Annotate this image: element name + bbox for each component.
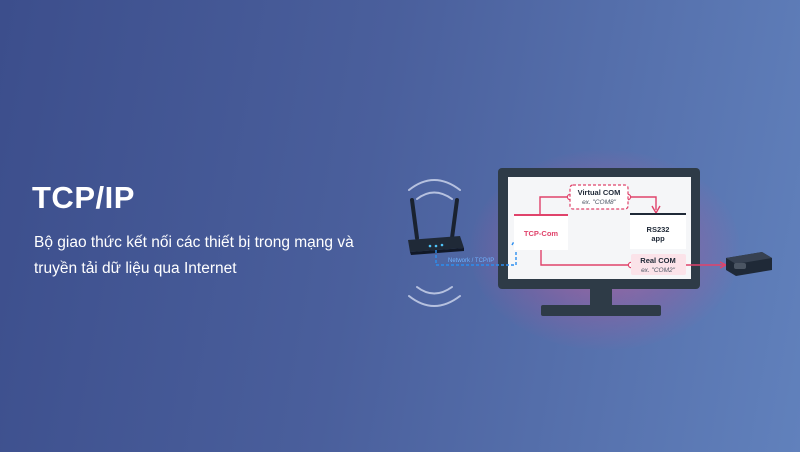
real-com-box: Real COM ex. "COM2" bbox=[631, 254, 686, 275]
router-icon bbox=[408, 198, 464, 255]
tcp-com-box: TCP-Com bbox=[514, 214, 568, 250]
rs232-app-line2: app bbox=[651, 234, 665, 243]
real-com-label: Real COM bbox=[640, 256, 675, 265]
rs232-app-box: RS232 app bbox=[630, 213, 686, 249]
virtual-com-example: ex. "COM8" bbox=[582, 199, 617, 206]
network-link-label: Network / TCP/IP bbox=[448, 258, 494, 264]
virtual-com-box: Virtual COM ex. "COM8" bbox=[569, 184, 629, 210]
serial-device-icon bbox=[726, 252, 772, 276]
virtual-com-label: Virtual COM bbox=[578, 188, 621, 197]
rs232-app-line1: RS232 bbox=[647, 225, 670, 234]
real-com-example: ex. "COM2" bbox=[641, 267, 676, 274]
network-diagram: Network / TCP/IP Virtual COM ex. "COM8" … bbox=[408, 168, 772, 316]
tcp-com-label: TCP-Com bbox=[524, 229, 558, 238]
